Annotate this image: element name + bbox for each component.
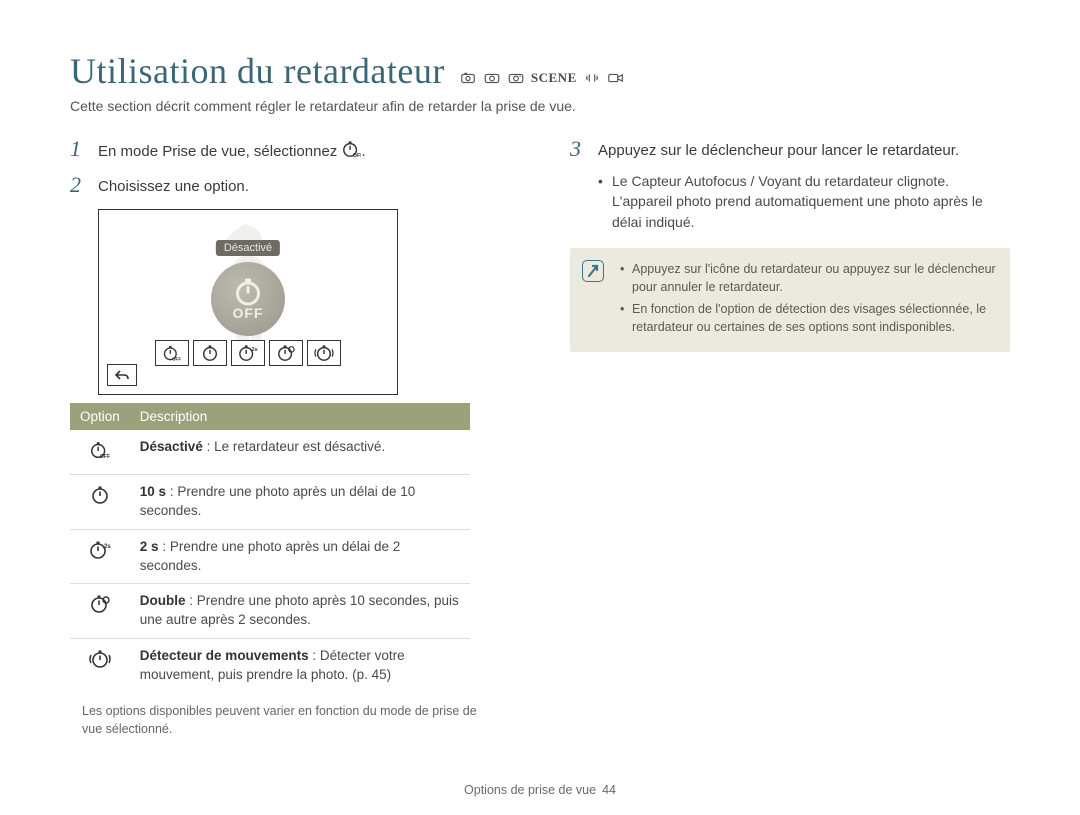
th-description: Description	[130, 403, 470, 430]
timer-10-icon[interactable]	[193, 340, 227, 366]
timer-10-icon	[70, 474, 130, 529]
page-footer: Options de prise de vue44	[464, 783, 616, 797]
timer-double-icon	[70, 584, 130, 639]
table-row: Double : Prendre une photo après 10 seco…	[70, 584, 470, 639]
figure-label: Désactivé	[216, 240, 280, 256]
camera-p-icon	[507, 71, 525, 85]
svg-text:2s: 2s	[104, 544, 111, 550]
tip-info-icon	[582, 260, 604, 282]
timer-motion-icon[interactable]	[307, 340, 341, 366]
right-column: 3 Appuyez sur le déclencheur pour lancer…	[570, 138, 1010, 738]
timer-2-icon: 2s	[70, 529, 130, 584]
camera-icon	[483, 71, 501, 85]
timer-2-icon[interactable]: 2s	[231, 340, 265, 366]
list-item: Appuyez sur l'icône du retardateur ou ap…	[620, 260, 996, 296]
mode-icons-row: SCENE	[459, 70, 625, 86]
intro-text: Cette section décrit comment régler le r…	[70, 98, 1010, 114]
table-row: 2s 2 s : Prendre une photo après un déla…	[70, 529, 470, 584]
step-1-text: En mode Prise de vue, sélectionnez OFF.	[98, 138, 366, 164]
left-column: 1 En mode Prise de vue, sélectionnez OFF…	[70, 138, 510, 738]
step-3-text: Appuyez sur le déclencheur pour lancer l…	[598, 138, 959, 161]
timer-off-icon: OFF	[341, 140, 361, 164]
table-row: 10 s : Prendre une photo après un délai …	[70, 474, 470, 529]
step-number-3: 3	[570, 138, 588, 160]
th-option: Option	[70, 403, 130, 430]
step-3-bullets: Le Capteur Autofocus / Voyant du retarda…	[598, 171, 1010, 232]
figure-big-off-icon: OFF	[211, 262, 285, 336]
options-table: Option Description OFF Désactivé : Le re…	[70, 403, 470, 693]
timer-off-icon: OFF	[70, 430, 130, 474]
camera-screen-figure: Désactivé OFF OFF 2s	[98, 209, 398, 395]
timer-motion-icon	[70, 639, 130, 693]
footnote-text: Les options disponibles peuvent varier e…	[82, 703, 482, 738]
table-row: Détecteur de mouvements : Détecter votre…	[70, 639, 470, 693]
page-title: Utilisation du retardateur	[70, 50, 445, 92]
step-number-2: 2	[70, 174, 88, 196]
figure-option-row: OFF 2s	[155, 340, 341, 366]
step-2-text: Choisissez une option.	[98, 174, 249, 197]
table-row: OFF Désactivé : Le retardateur est désac…	[70, 430, 470, 474]
timer-off-icon[interactable]: OFF	[155, 340, 189, 366]
movie-icon	[607, 71, 625, 85]
svg-text:OFF: OFF	[172, 357, 181, 362]
step-number-1: 1	[70, 138, 88, 160]
tip-box: Appuyez sur l'icône du retardateur ou ap…	[570, 248, 1010, 353]
smart-auto-icon	[459, 71, 477, 85]
scene-text-icon: SCENE	[531, 70, 577, 86]
list-item: Le Capteur Autofocus / Voyant du retarda…	[598, 171, 1010, 232]
svg-text:2s: 2s	[252, 347, 258, 353]
dual-is-icon	[583, 71, 601, 85]
list-item: En fonction de l'option de détection des…	[620, 300, 996, 336]
svg-text:OFF: OFF	[100, 454, 110, 460]
back-icon[interactable]	[107, 364, 137, 386]
timer-double-icon[interactable]	[269, 340, 303, 366]
